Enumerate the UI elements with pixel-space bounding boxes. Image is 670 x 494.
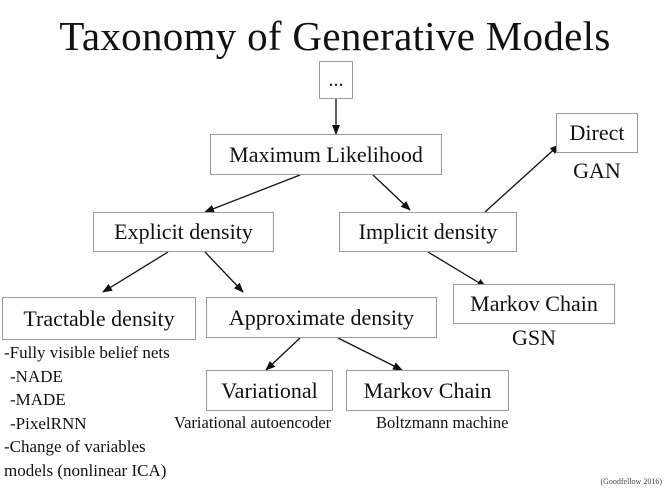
citation: (Goodfellow 2016) bbox=[600, 477, 662, 486]
direct-node: Direct bbox=[556, 113, 638, 153]
direct-label: Direct bbox=[569, 120, 625, 145]
markov-chain-implicit-node: Markov Chain bbox=[453, 284, 615, 324]
list-item: models (nonlinear ICA) bbox=[4, 460, 167, 480]
variational-label: Variational bbox=[221, 377, 318, 403]
direct-example-gan: GAN bbox=[573, 158, 621, 183]
tractable-density-node: Tractable density bbox=[2, 297, 196, 340]
edge-explicit-to-approx bbox=[204, 251, 244, 293]
markov-chain-approx-label: Markov Chain bbox=[363, 377, 492, 403]
edge-ml-to-implicit bbox=[372, 174, 411, 211]
root-node: ... bbox=[319, 61, 353, 99]
root-node-label: ... bbox=[328, 68, 344, 91]
variational-node: Variational bbox=[206, 370, 333, 411]
approximate-density-label: Approximate density bbox=[228, 304, 415, 330]
edge-approx-to-variational bbox=[265, 337, 301, 371]
variational-example: Variational autoencoder bbox=[174, 413, 332, 432]
maximum-likelihood-node: Maximum Likelihood bbox=[210, 134, 442, 175]
implicit-density-label: Implicit density bbox=[358, 219, 498, 244]
list-item: -MADE bbox=[10, 390, 66, 410]
implicit-density-node: Implicit density bbox=[339, 212, 517, 252]
maximum-likelihood-label: Maximum Likelihood bbox=[229, 141, 423, 167]
edge-ml-to-explicit bbox=[204, 174, 301, 213]
list-item: -NADE bbox=[10, 366, 63, 386]
list-item: -Fully visible belief nets bbox=[4, 343, 170, 362]
tractable-examples-list: -Fully visible belief nets -NADE -MADE -… bbox=[4, 341, 170, 483]
markov-chain-approx-example: Boltzmann machine bbox=[376, 413, 509, 432]
markov-chain-implicit-label: Markov Chain bbox=[470, 291, 598, 316]
explicit-density-node: Explicit density bbox=[93, 212, 274, 252]
explicit-density-label: Explicit density bbox=[114, 219, 253, 244]
edge-approx-to-markov bbox=[337, 337, 403, 371]
markov-chain-approx-node: Markov Chain bbox=[346, 370, 509, 411]
edge-implicit-to-markov bbox=[427, 251, 487, 288]
edge-implicit-to-direct bbox=[484, 144, 560, 213]
edge-explicit-to-tractable bbox=[102, 251, 169, 293]
list-item: -Change of variables bbox=[4, 437, 146, 457]
approximate-density-node: Approximate density bbox=[206, 297, 437, 338]
list-item: -PixelRNN bbox=[10, 413, 87, 433]
tractable-density-label: Tractable density bbox=[23, 305, 175, 331]
markov-chain-example-gsn: GSN bbox=[511, 325, 556, 350]
